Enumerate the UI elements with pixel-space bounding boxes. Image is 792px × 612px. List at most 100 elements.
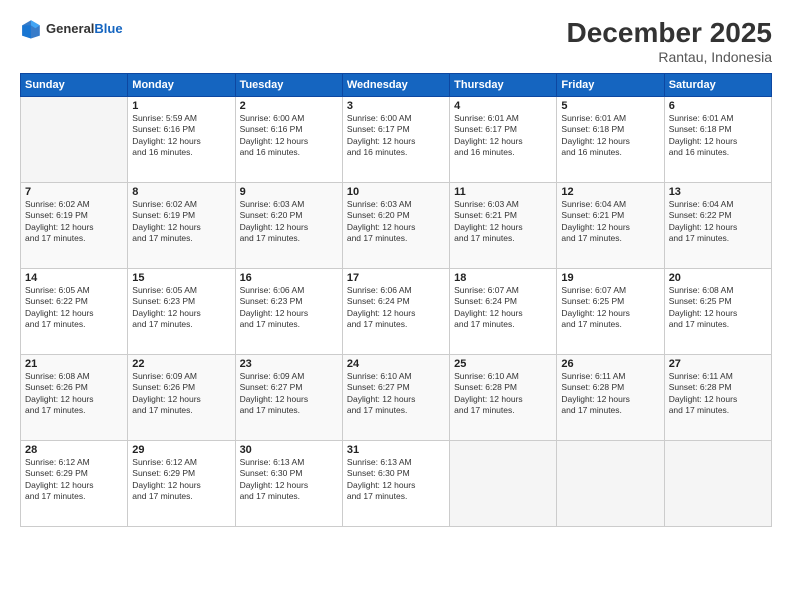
page: GeneralBlue December 2025 Rantau, Indone… [0,0,792,612]
logo-text: GeneralBlue [46,21,123,37]
day-number: 31 [347,444,445,456]
cell-content: Sunrise: 6:06 AM Sunset: 6:23 PM Dayligh… [240,285,338,331]
table-cell: 30Sunrise: 6:13 AM Sunset: 6:30 PM Dayli… [235,440,342,526]
table-cell [557,440,664,526]
day-number: 29 [132,444,230,456]
table-cell: 21Sunrise: 6:08 AM Sunset: 6:26 PM Dayli… [21,354,128,440]
day-number: 9 [240,186,338,198]
cell-content: Sunrise: 6:01 AM Sunset: 6:18 PM Dayligh… [669,113,767,159]
cell-content: Sunrise: 6:03 AM Sunset: 6:21 PM Dayligh… [454,199,552,245]
table-cell: 31Sunrise: 6:13 AM Sunset: 6:30 PM Dayli… [342,440,449,526]
cell-content: Sunrise: 5:59 AM Sunset: 6:16 PM Dayligh… [132,113,230,159]
table-cell: 23Sunrise: 6:09 AM Sunset: 6:27 PM Dayli… [235,354,342,440]
table-cell: 5Sunrise: 6:01 AM Sunset: 6:18 PM Daylig… [557,96,664,182]
table-cell: 4Sunrise: 6:01 AM Sunset: 6:17 PM Daylig… [450,96,557,182]
table-cell: 3Sunrise: 6:00 AM Sunset: 6:17 PM Daylig… [342,96,449,182]
day-number: 27 [669,358,767,370]
day-number: 2 [240,100,338,112]
day-number: 21 [25,358,123,370]
day-number: 7 [25,186,123,198]
table-cell: 7Sunrise: 6:02 AM Sunset: 6:19 PM Daylig… [21,182,128,268]
table-cell: 9Sunrise: 6:03 AM Sunset: 6:20 PM Daylig… [235,182,342,268]
day-number: 16 [240,272,338,284]
weekday-tuesday: Tuesday [235,73,342,96]
day-number: 17 [347,272,445,284]
cell-content: Sunrise: 6:11 AM Sunset: 6:28 PM Dayligh… [669,371,767,417]
cell-content: Sunrise: 6:12 AM Sunset: 6:29 PM Dayligh… [132,457,230,503]
weekday-thursday: Thursday [450,73,557,96]
day-number: 14 [25,272,123,284]
cell-content: Sunrise: 6:05 AM Sunset: 6:22 PM Dayligh… [25,285,123,331]
day-number: 4 [454,100,552,112]
table-cell [664,440,771,526]
header: GeneralBlue December 2025 Rantau, Indone… [20,18,772,65]
cell-content: Sunrise: 6:03 AM Sunset: 6:20 PM Dayligh… [347,199,445,245]
day-number: 3 [347,100,445,112]
cell-content: Sunrise: 6:09 AM Sunset: 6:26 PM Dayligh… [132,371,230,417]
table-cell [21,96,128,182]
table-cell: 27Sunrise: 6:11 AM Sunset: 6:28 PM Dayli… [664,354,771,440]
day-number: 11 [454,186,552,198]
weekday-sunday: Sunday [21,73,128,96]
logo: GeneralBlue [20,18,123,40]
cell-content: Sunrise: 6:09 AM Sunset: 6:27 PM Dayligh… [240,371,338,417]
cell-content: Sunrise: 6:02 AM Sunset: 6:19 PM Dayligh… [132,199,230,245]
day-number: 23 [240,358,338,370]
table-cell: 29Sunrise: 6:12 AM Sunset: 6:29 PM Dayli… [128,440,235,526]
weekday-saturday: Saturday [664,73,771,96]
table-cell: 24Sunrise: 6:10 AM Sunset: 6:27 PM Dayli… [342,354,449,440]
day-number: 1 [132,100,230,112]
table-cell: 11Sunrise: 6:03 AM Sunset: 6:21 PM Dayli… [450,182,557,268]
weekday-friday: Friday [557,73,664,96]
day-number: 15 [132,272,230,284]
weekday-wednesday: Wednesday [342,73,449,96]
day-number: 24 [347,358,445,370]
weekday-header-row: SundayMondayTuesdayWednesdayThursdayFrid… [21,73,772,96]
cell-content: Sunrise: 6:07 AM Sunset: 6:24 PM Dayligh… [454,285,552,331]
table-cell: 2Sunrise: 6:00 AM Sunset: 6:16 PM Daylig… [235,96,342,182]
cell-content: Sunrise: 6:06 AM Sunset: 6:24 PM Dayligh… [347,285,445,331]
day-number: 12 [561,186,659,198]
day-number: 5 [561,100,659,112]
day-number: 19 [561,272,659,284]
title-block: December 2025 Rantau, Indonesia [567,18,772,65]
table-cell: 10Sunrise: 6:03 AM Sunset: 6:20 PM Dayli… [342,182,449,268]
cell-content: Sunrise: 6:12 AM Sunset: 6:29 PM Dayligh… [25,457,123,503]
cell-content: Sunrise: 6:08 AM Sunset: 6:26 PM Dayligh… [25,371,123,417]
table-cell: 12Sunrise: 6:04 AM Sunset: 6:21 PM Dayli… [557,182,664,268]
table-cell: 25Sunrise: 6:10 AM Sunset: 6:28 PM Dayli… [450,354,557,440]
cell-content: Sunrise: 6:00 AM Sunset: 6:17 PM Dayligh… [347,113,445,159]
table-cell: 8Sunrise: 6:02 AM Sunset: 6:19 PM Daylig… [128,182,235,268]
day-number: 10 [347,186,445,198]
cell-content: Sunrise: 6:01 AM Sunset: 6:17 PM Dayligh… [454,113,552,159]
table-cell: 26Sunrise: 6:11 AM Sunset: 6:28 PM Dayli… [557,354,664,440]
table-cell: 14Sunrise: 6:05 AM Sunset: 6:22 PM Dayli… [21,268,128,354]
cell-content: Sunrise: 6:04 AM Sunset: 6:22 PM Dayligh… [669,199,767,245]
table-cell: 28Sunrise: 6:12 AM Sunset: 6:29 PM Dayli… [21,440,128,526]
logo-icon [20,18,42,40]
table-cell: 19Sunrise: 6:07 AM Sunset: 6:25 PM Dayli… [557,268,664,354]
location: Rantau, Indonesia [567,49,772,65]
table-cell: 16Sunrise: 6:06 AM Sunset: 6:23 PM Dayli… [235,268,342,354]
table-cell: 15Sunrise: 6:05 AM Sunset: 6:23 PM Dayli… [128,268,235,354]
table-cell: 20Sunrise: 6:08 AM Sunset: 6:25 PM Dayli… [664,268,771,354]
day-number: 18 [454,272,552,284]
week-row-2: 7Sunrise: 6:02 AM Sunset: 6:19 PM Daylig… [21,182,772,268]
day-number: 26 [561,358,659,370]
cell-content: Sunrise: 6:02 AM Sunset: 6:19 PM Dayligh… [25,199,123,245]
cell-content: Sunrise: 6:08 AM Sunset: 6:25 PM Dayligh… [669,285,767,331]
cell-content: Sunrise: 6:05 AM Sunset: 6:23 PM Dayligh… [132,285,230,331]
week-row-5: 28Sunrise: 6:12 AM Sunset: 6:29 PM Dayli… [21,440,772,526]
table-cell: 1Sunrise: 5:59 AM Sunset: 6:16 PM Daylig… [128,96,235,182]
cell-content: Sunrise: 6:04 AM Sunset: 6:21 PM Dayligh… [561,199,659,245]
day-number: 13 [669,186,767,198]
cell-content: Sunrise: 6:03 AM Sunset: 6:20 PM Dayligh… [240,199,338,245]
week-row-4: 21Sunrise: 6:08 AM Sunset: 6:26 PM Dayli… [21,354,772,440]
calendar-body: 1Sunrise: 5:59 AM Sunset: 6:16 PM Daylig… [21,96,772,526]
cell-content: Sunrise: 6:13 AM Sunset: 6:30 PM Dayligh… [240,457,338,503]
table-cell: 17Sunrise: 6:06 AM Sunset: 6:24 PM Dayli… [342,268,449,354]
calendar-header: SundayMondayTuesdayWednesdayThursdayFrid… [21,73,772,96]
calendar-table: SundayMondayTuesdayWednesdayThursdayFrid… [20,73,772,527]
cell-content: Sunrise: 6:13 AM Sunset: 6:30 PM Dayligh… [347,457,445,503]
month-title: December 2025 [567,18,772,49]
